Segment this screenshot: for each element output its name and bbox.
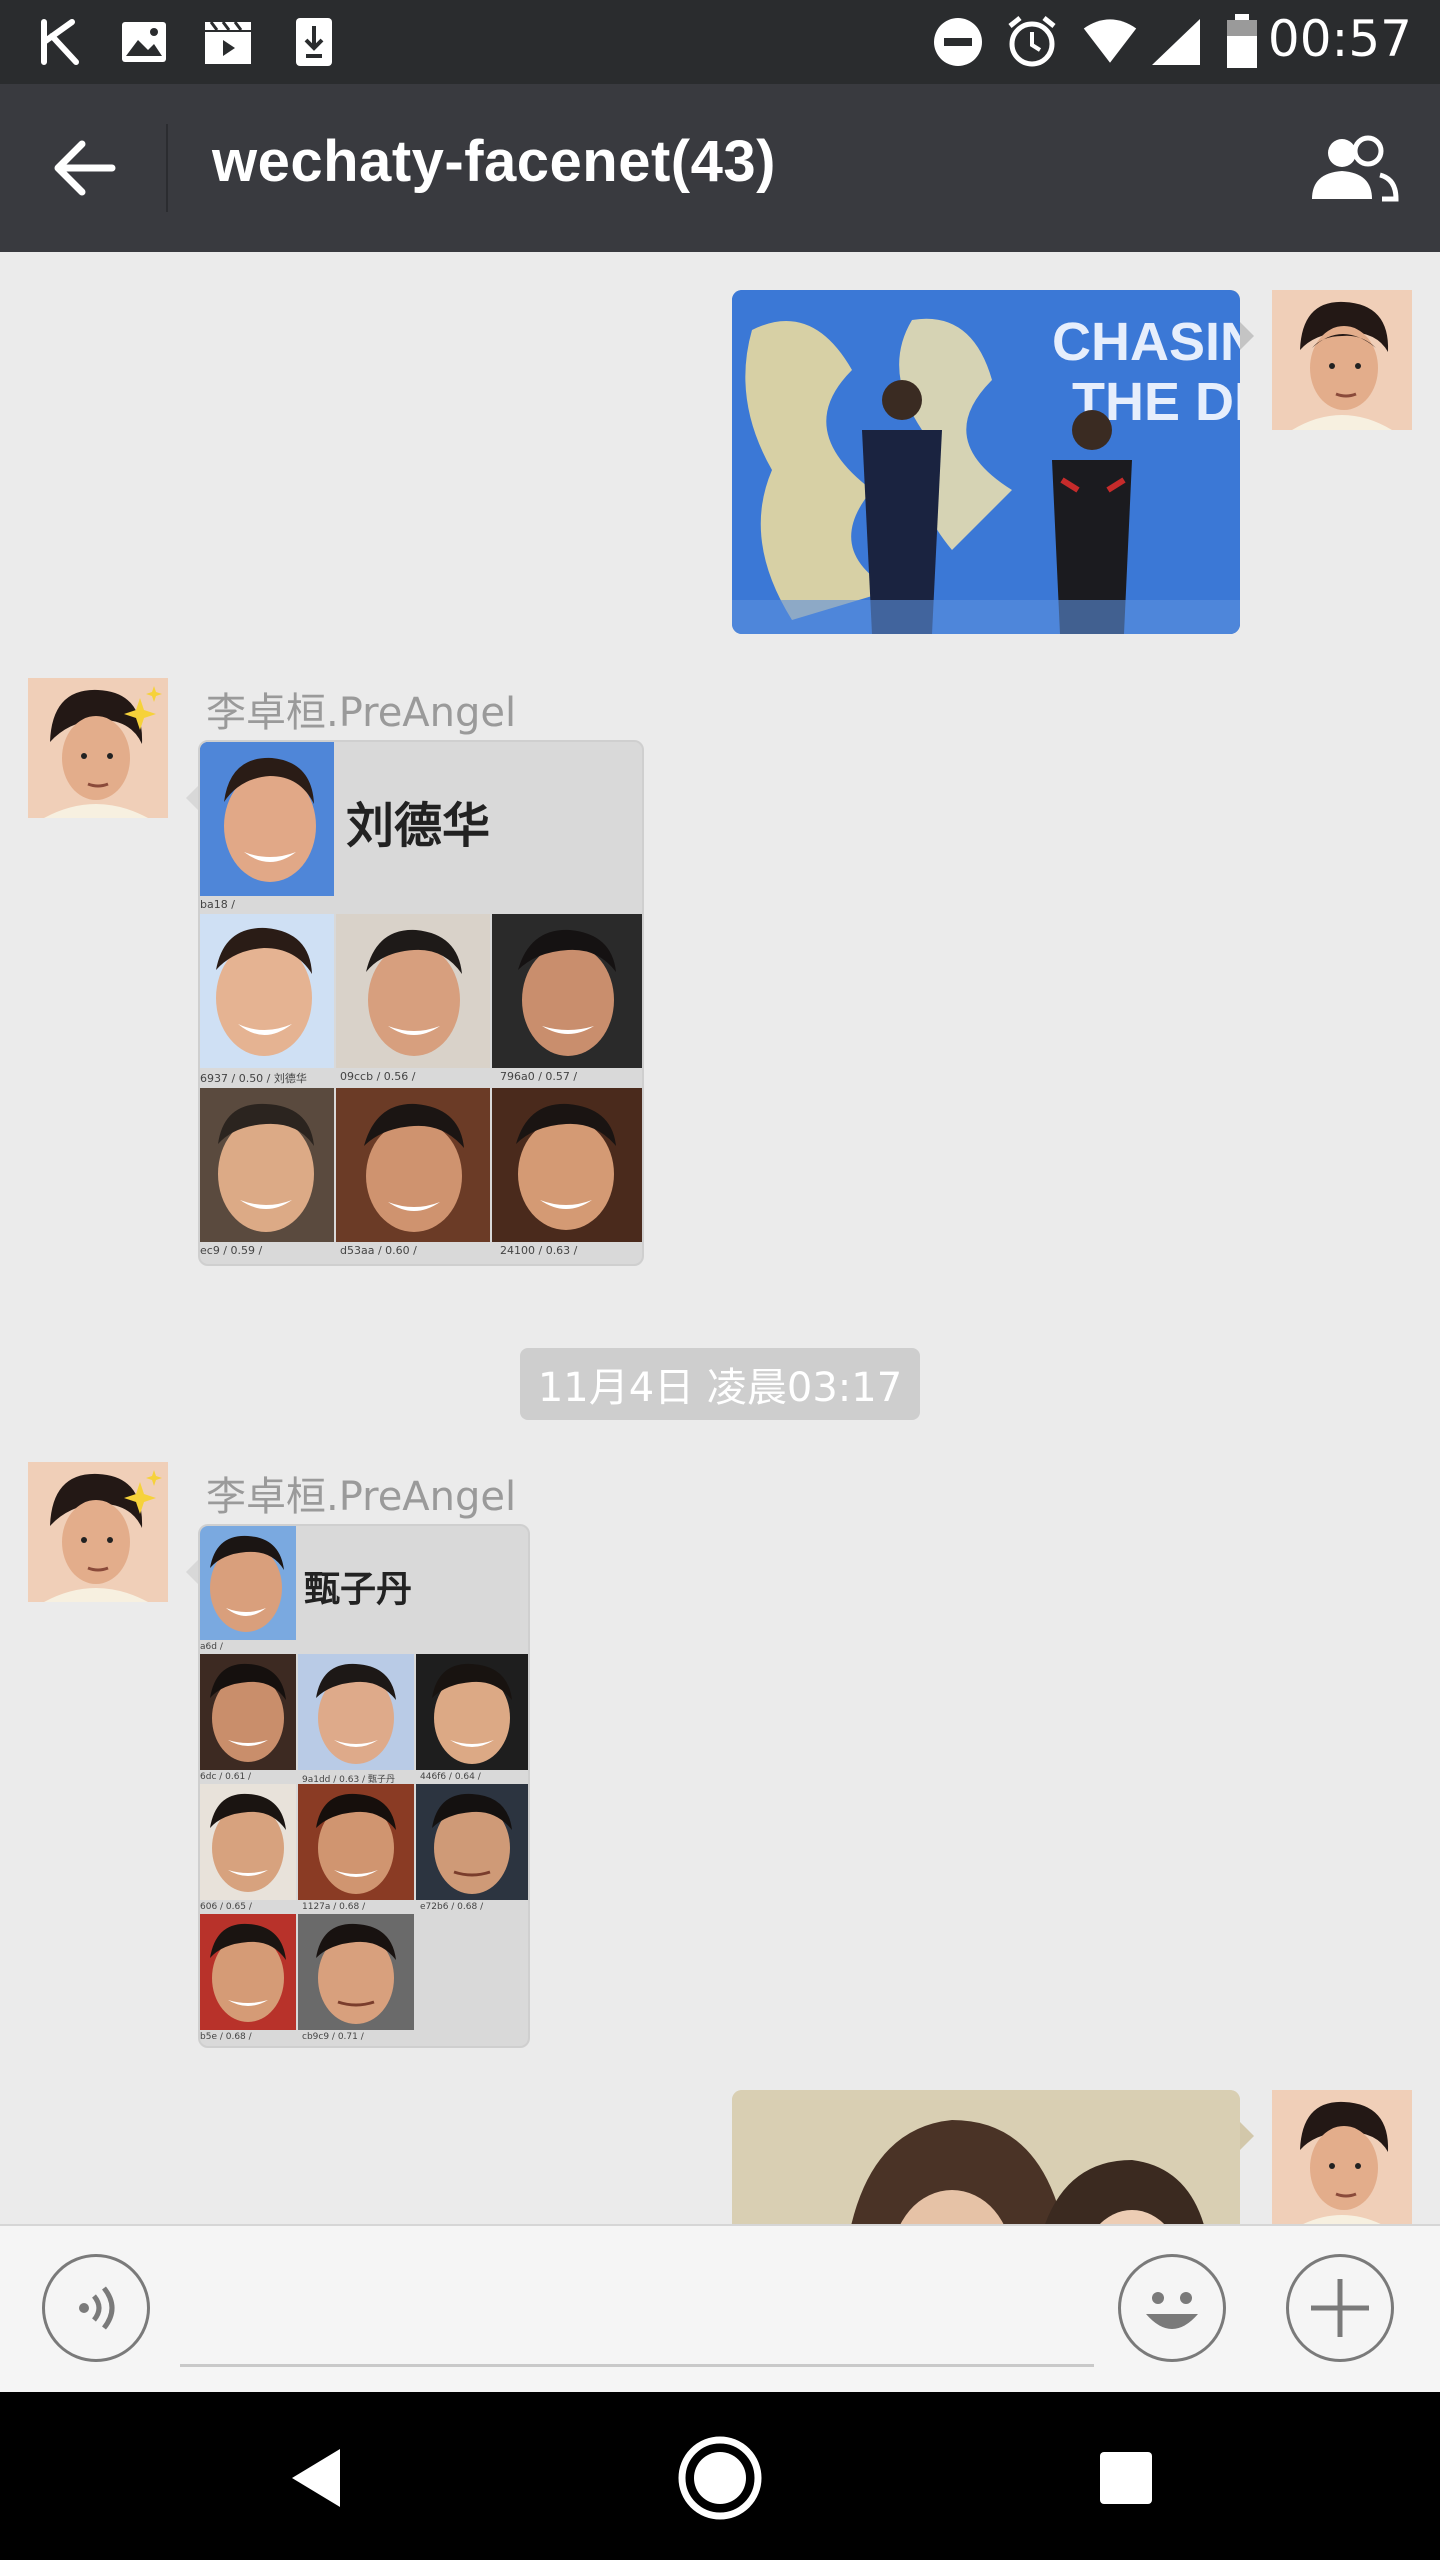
alarm-icon [1004, 14, 1060, 70]
face-caption: 6dc / 0.61 / [200, 1772, 252, 1782]
match-face-image [200, 914, 334, 1068]
image-icon [116, 14, 172, 70]
match-face-image [298, 1654, 414, 1770]
my-avatar[interactable] [1272, 290, 1412, 430]
header-divider [166, 124, 168, 212]
face-caption: 09ccb / 0.56 / [340, 1070, 416, 1083]
person-name-title: 刘德华 [346, 798, 491, 854]
my-avatar[interactable] [1272, 2090, 1412, 2224]
query-face-image [200, 742, 334, 896]
voice-button[interactable] [42, 2254, 150, 2362]
match-face-image [416, 1784, 528, 1900]
status-bar: 00:57 [0, 0, 1440, 84]
match-face-image [298, 1784, 414, 1900]
sender-avatar[interactable] [28, 678, 168, 818]
emoji-button[interactable] [1118, 2254, 1226, 2362]
svg-text:CHASING: CHASING [1052, 312, 1240, 372]
face-caption: b5e / 0.68 / [200, 2032, 252, 2042]
clock-time: 00:57 [1267, 10, 1412, 68]
voice-icon [79, 2286, 115, 2330]
face-caption: cb9c9 / 0.71 / [302, 2032, 364, 2042]
match-face-image [492, 1088, 642, 1242]
nav-home-button[interactable] [660, 2428, 780, 2528]
recents-square-icon [1100, 2452, 1152, 2504]
message-list[interactable]: CHASING THE DRA [0, 252, 1440, 2224]
avatar-photo [28, 1462, 168, 1602]
group-members-button[interactable] [1304, 128, 1404, 208]
face-caption: 6937 / 0.50 / 刘德华 [200, 1072, 307, 1085]
message-text-field[interactable] [180, 2254, 1094, 2367]
time-divider: 11月4日 凌晨03:17 [520, 1348, 920, 1420]
arrow-left-icon [54, 140, 116, 196]
face-caption: 796a0 / 0.57 / [500, 1070, 578, 1083]
nav-back-button[interactable] [256, 2428, 376, 2528]
match-face-image [298, 1914, 414, 2030]
back-triangle-icon [292, 2449, 340, 2507]
query-face-image [200, 1526, 296, 1640]
photo-thumbnail [732, 2090, 1240, 2224]
sender-name: 李卓桓.PreAngel [206, 690, 517, 736]
plus-icon [1311, 2279, 1369, 2337]
back-button[interactable] [40, 128, 130, 208]
face-caption: ba18 / [200, 898, 235, 911]
home-circle-icon [678, 2436, 762, 2520]
system-navigation-bar [0, 2392, 1440, 2560]
battery-icon [1214, 14, 1270, 70]
match-face-image [200, 1088, 334, 1242]
face-search-result-card[interactable]: 甄子丹 a6d / 6dc / 0.61 / 9a1dd / 0.63 / 甄子… [198, 1524, 530, 2048]
match-face-image [336, 1088, 490, 1242]
bubble-tail [1240, 2122, 1254, 2150]
do-not-disturb-icon [930, 14, 986, 70]
avatar-photo [1272, 2090, 1412, 2224]
avatar-photo [1272, 290, 1412, 430]
chat-header: wechaty-facenet(43) [0, 84, 1440, 252]
bubble-tail [1240, 322, 1254, 350]
avatar-photo [28, 678, 168, 818]
chat-title: wechaty-facenet(43) [212, 129, 776, 194]
match-face-image [416, 1654, 528, 1770]
face-caption: 446f6 / 0.64 / [420, 1772, 481, 1782]
face-search-result-card[interactable]: 刘德华 ba18 / 6937 / 0.50 / 刘德华 09ccb / 0.5… [198, 740, 644, 1266]
face-caption: d53aa / 0.60 / [340, 1244, 417, 1257]
message-input-bar [0, 2224, 1440, 2394]
face-caption: e72b6 / 0.68 / [420, 1902, 484, 1912]
face-caption: 606 / 0.65 / [200, 1902, 252, 1912]
match-face-image [336, 914, 490, 1068]
face-caption: ec9 / 0.59 / [200, 1244, 263, 1257]
sent-photo-message[interactable]: CHASING THE DRA [732, 290, 1240, 634]
sender-avatar[interactable] [28, 1462, 168, 1602]
face-caption: 1127a / 0.68 / [302, 1902, 366, 1912]
face-caption: a6d / [200, 1642, 223, 1652]
sender-name: 李卓桓.PreAngel [206, 1474, 517, 1520]
match-face-image [200, 1654, 296, 1770]
emoji-icon [1146, 2292, 1198, 2329]
match-face-image [200, 1914, 296, 2030]
wifi-icon [1082, 14, 1138, 70]
match-face-image [492, 914, 642, 1068]
signal-icon [1148, 14, 1204, 70]
face-caption: 24100 / 0.63 / [500, 1244, 578, 1257]
download-icon [286, 14, 342, 70]
k-app-icon [32, 14, 88, 70]
nav-recents-button[interactable] [1066, 2428, 1186, 2528]
group-members-icon [1312, 135, 1399, 202]
clapper-icon [200, 14, 256, 70]
sent-photo-message[interactable] [732, 2090, 1240, 2224]
photo-thumbnail: CHASING THE DRA [732, 290, 1240, 634]
more-functions-button[interactable] [1286, 2254, 1394, 2362]
match-face-image [200, 1784, 296, 1900]
person-name-title: 甄子丹 [304, 1569, 413, 1610]
